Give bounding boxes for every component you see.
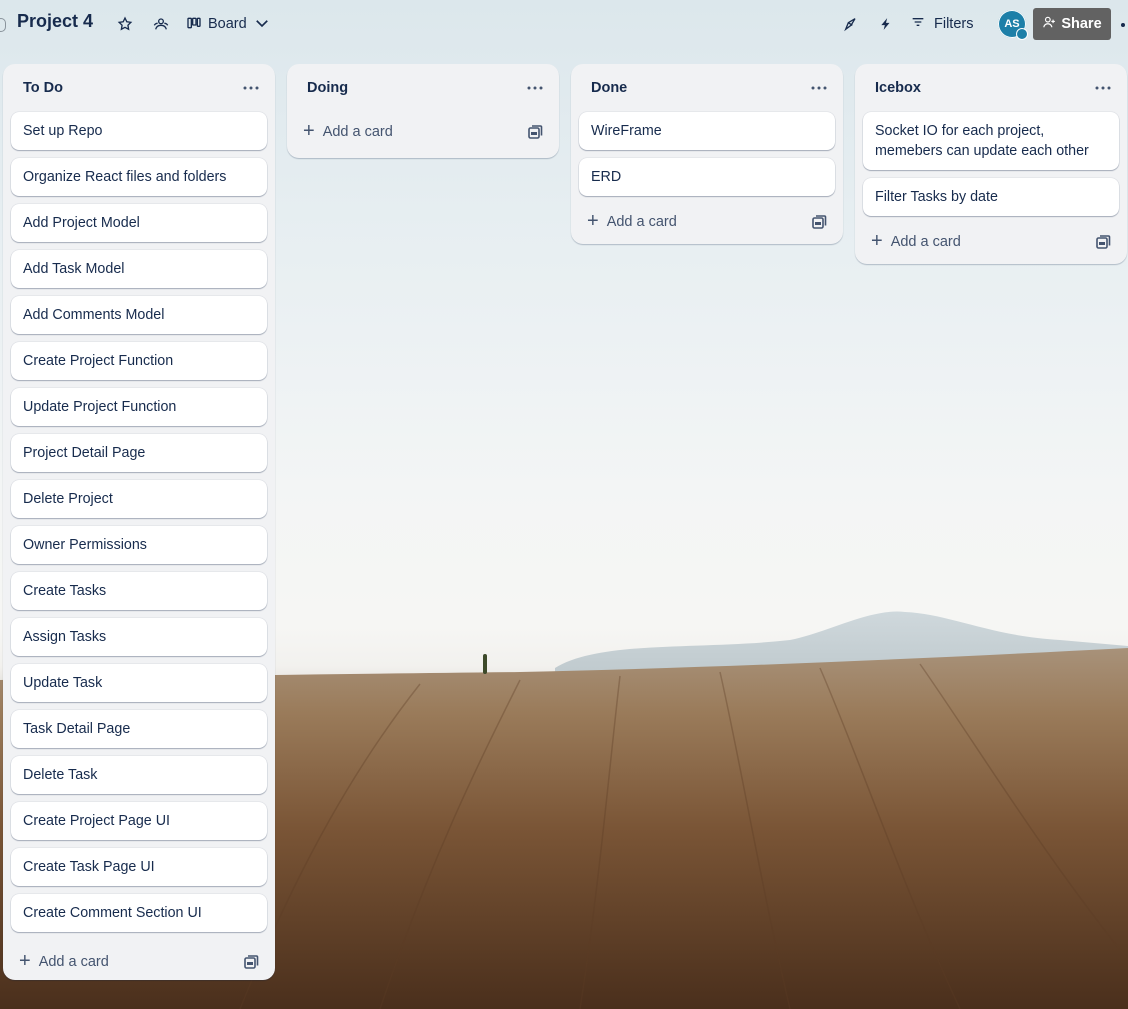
list-footer: + Add a card bbox=[3, 940, 275, 980]
card[interactable]: Create Comment Section UI bbox=[11, 894, 267, 932]
list-title[interactable]: To Do bbox=[23, 80, 63, 96]
board-view-switcher[interactable]: Board bbox=[186, 10, 271, 38]
list-to-do: To Do Set up Repo Organize React files a… bbox=[3, 64, 275, 980]
admin-badge-icon bbox=[1016, 28, 1028, 40]
card[interactable]: Organize React files and folders bbox=[11, 158, 267, 196]
card[interactable]: Filter Tasks by date bbox=[863, 178, 1119, 216]
more-icon[interactable] bbox=[239, 76, 263, 100]
add-card-button[interactable]: + Add a card bbox=[303, 118, 393, 146]
list-header: Doing bbox=[287, 64, 559, 112]
plus-icon: + bbox=[19, 950, 31, 972]
more-icon[interactable] bbox=[1091, 76, 1115, 100]
card[interactable]: WireFrame bbox=[579, 112, 835, 150]
person-add-icon bbox=[1042, 15, 1056, 33]
list-title[interactable]: Done bbox=[591, 80, 627, 96]
list-title[interactable]: Doing bbox=[307, 80, 348, 96]
list-icebox: Icebox Socket IO for each project, memeb… bbox=[855, 64, 1127, 264]
add-card-label: Add a card bbox=[606, 214, 677, 230]
card[interactable]: Assign Tasks bbox=[11, 618, 267, 656]
workspace-visibility-icon[interactable] bbox=[149, 12, 173, 36]
card[interactable]: Set up Repo bbox=[11, 112, 267, 150]
card[interactable]: Update Task bbox=[11, 664, 267, 702]
plus-icon: + bbox=[587, 210, 599, 232]
filters-label: Filters bbox=[934, 16, 974, 32]
card-list: Set up Repo Organize React files and fol… bbox=[3, 112, 275, 932]
list-footer: + Add a card bbox=[287, 112, 559, 152]
card[interactable]: Add Task Model bbox=[11, 250, 267, 288]
card[interactable]: Create Task Page UI bbox=[11, 848, 267, 886]
board-view-icon bbox=[186, 15, 202, 34]
add-card-button[interactable]: + Add a card bbox=[19, 948, 109, 976]
power-ups-icon[interactable] bbox=[839, 12, 863, 36]
board-view-label: Board bbox=[208, 16, 247, 32]
avatar-initials: AS bbox=[1004, 18, 1020, 30]
card[interactable]: Update Project Function bbox=[11, 388, 267, 426]
card[interactable]: Create Project Function bbox=[11, 342, 267, 380]
card[interactable]: Delete Task bbox=[11, 756, 267, 794]
list-doing: Doing + Add a card bbox=[287, 64, 559, 158]
list-header: Done bbox=[571, 64, 843, 112]
card[interactable]: Add Project Model bbox=[11, 204, 267, 242]
automation-icon[interactable] bbox=[874, 12, 898, 36]
list-title[interactable]: Icebox bbox=[875, 80, 921, 96]
card[interactable]: Project Detail Page bbox=[11, 434, 267, 472]
more-icon[interactable] bbox=[1121, 23, 1125, 27]
card-template-icon[interactable] bbox=[243, 954, 259, 970]
card-template-icon[interactable] bbox=[527, 124, 543, 140]
add-card-label: Add a card bbox=[890, 234, 961, 250]
list-header: To Do bbox=[3, 64, 275, 112]
card[interactable]: Create Tasks bbox=[11, 572, 267, 610]
filter-icon bbox=[910, 14, 926, 34]
chevron-down-icon bbox=[253, 14, 271, 35]
card[interactable]: Owner Permissions bbox=[11, 526, 267, 564]
add-card-button[interactable]: + Add a card bbox=[587, 208, 677, 236]
more-icon[interactable] bbox=[807, 76, 831, 100]
add-card-label: Add a card bbox=[322, 124, 393, 140]
sidebar-toggle[interactable] bbox=[0, 18, 6, 32]
card-template-icon[interactable] bbox=[811, 214, 827, 230]
card-list: Socket IO for each project, memebers can… bbox=[855, 112, 1127, 216]
more-icon[interactable] bbox=[523, 76, 547, 100]
filters-button[interactable]: Filters bbox=[910, 10, 973, 38]
card[interactable]: Create Project Page UI bbox=[11, 802, 267, 840]
board-header: Project 4 Board Filters AS Share bbox=[0, 0, 1128, 48]
card[interactable]: Delete Project bbox=[11, 480, 267, 518]
list-footer: + Add a card bbox=[855, 224, 1127, 264]
card-template-icon[interactable] bbox=[1095, 234, 1111, 250]
card[interactable]: Task Detail Page bbox=[11, 710, 267, 748]
list-footer: + Add a card bbox=[571, 204, 843, 244]
add-card-label: Add a card bbox=[38, 954, 109, 970]
list-header: Icebox bbox=[855, 64, 1127, 112]
star-icon[interactable] bbox=[113, 12, 137, 36]
card-list: WireFrame ERD bbox=[571, 112, 843, 196]
share-button[interactable]: Share bbox=[1033, 8, 1111, 40]
share-label: Share bbox=[1061, 16, 1102, 32]
card[interactable]: ERD bbox=[579, 158, 835, 196]
avatar[interactable]: AS bbox=[998, 10, 1028, 40]
plus-icon: + bbox=[303, 120, 315, 142]
card[interactable]: Socket IO for each project, memebers can… bbox=[863, 112, 1119, 170]
card[interactable]: Add Comments Model bbox=[11, 296, 267, 334]
add-card-button[interactable]: + Add a card bbox=[871, 228, 961, 256]
plus-icon: + bbox=[871, 230, 883, 252]
board-title[interactable]: Project 4 bbox=[17, 11, 93, 32]
list-done: Done WireFrame ERD + Add a card bbox=[571, 64, 843, 244]
